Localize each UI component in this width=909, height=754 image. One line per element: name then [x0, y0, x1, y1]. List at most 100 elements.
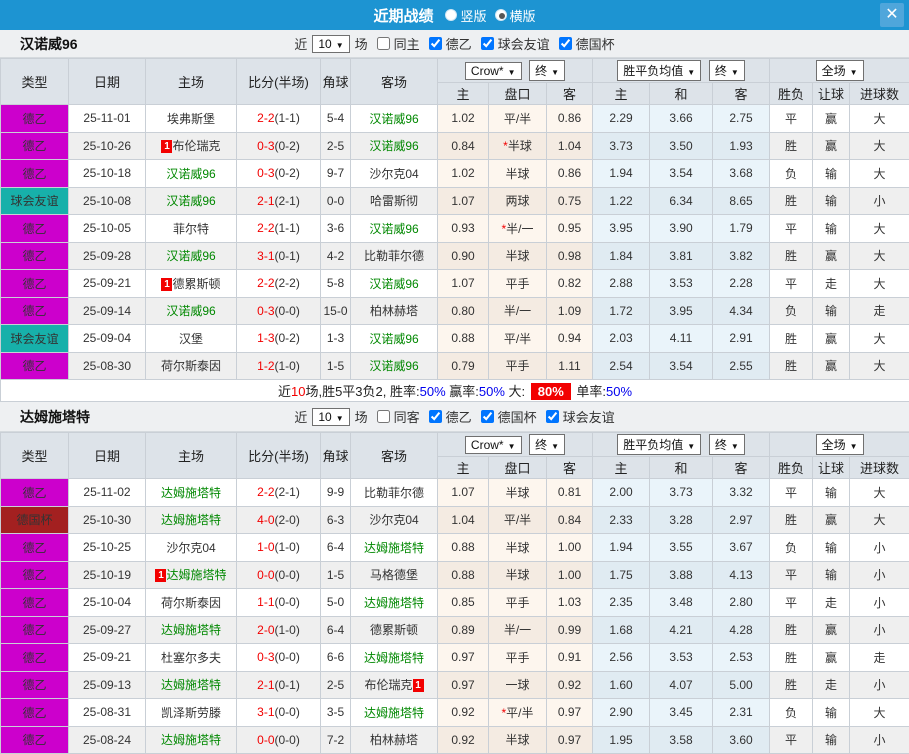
handicap-home-odds: 0.80: [438, 297, 489, 325]
final-avg-select[interactable]: 终▼: [709, 434, 745, 455]
avg-home-odds: 1.75: [593, 561, 650, 589]
fulltime-score: 3-1: [257, 249, 274, 263]
match-count-select[interactable]: 10▼: [312, 408, 349, 426]
result-handicap: 赢: [813, 105, 850, 133]
match-row: 德乙25-10-191达姆施塔特0-0(0-0)1-5马格德堡0.88半球1.0…: [1, 561, 909, 589]
league-label[interactable]: 球会友谊: [498, 34, 550, 53]
home-team-cell: 荷尔斯泰因: [146, 589, 237, 617]
home-team-name: 凯泽斯劳滕: [161, 706, 221, 720]
handicap-line: 半/一: [504, 304, 531, 318]
date-cell: 25-09-13: [69, 671, 146, 699]
subcol-handicap: 盘口: [489, 83, 547, 105]
date-cell: 25-10-08: [69, 187, 146, 215]
league-checkbox[interactable]: [481, 37, 494, 50]
summary-row: 近10场,胜5平3负2, 胜率:50% 赢率:50% 大: 80% 单率:50%: [1, 380, 909, 402]
result-wdl: 平: [770, 270, 813, 298]
handicap-line-cell: 平手: [489, 352, 547, 380]
match-count-select[interactable]: 10▼: [312, 35, 349, 53]
fulltime-score: 1-2: [257, 359, 274, 373]
final-odds-select[interactable]: 终▼: [529, 60, 565, 81]
avg-away-odds: 2.28: [713, 270, 770, 298]
handicap-away-odds: 0.99: [547, 616, 593, 644]
subcol-odds-away: 客: [547, 457, 593, 479]
league-label[interactable]: 德乙: [446, 407, 472, 426]
avg-away-odds: 2.31: [713, 699, 770, 727]
result-handicap: 赢: [813, 616, 850, 644]
fullmatch-select[interactable]: 全场▼: [816, 434, 864, 455]
league-checkbox[interactable]: [429, 410, 442, 423]
date-cell: 25-09-27: [69, 616, 146, 644]
league-checkbox[interactable]: [429, 37, 442, 50]
league-checkbox[interactable]: [559, 37, 572, 50]
date-cell: 25-10-26: [69, 132, 146, 160]
away-team-name: 沙尔克04: [369, 513, 418, 527]
final-odds-select[interactable]: 终▼: [529, 434, 565, 455]
same-venue-checkbox[interactable]: [377, 37, 390, 50]
home-team-name: 杜塞尔多夫: [161, 651, 221, 665]
date-cell: 25-10-25: [69, 534, 146, 562]
avg-draw-odds: 3.73: [650, 479, 713, 507]
score-cell: 2-2(1-1): [237, 215, 321, 243]
date-cell: 25-10-05: [69, 215, 146, 243]
same-venue-label[interactable]: 同客: [394, 407, 420, 426]
bookmaker-select[interactable]: Crow*▼: [465, 62, 522, 80]
date-cell: 25-10-04: [69, 589, 146, 617]
home-team-cell: 达姆施塔特: [146, 671, 237, 699]
score-cell: 0-0(0-0): [237, 561, 321, 589]
halftime-score: (2-1): [275, 194, 300, 208]
corners-cell: 15-0: [321, 297, 351, 325]
fulltime-score: 2-2: [257, 485, 274, 499]
handicap-line: 平手: [505, 277, 529, 291]
subcol-odds-home: 主: [438, 457, 489, 479]
subcol-wdl: 胜负: [770, 457, 813, 479]
league-checkbox[interactable]: [546, 410, 559, 423]
result-wdl: 平: [770, 479, 813, 507]
close-icon[interactable]: ✕: [880, 3, 904, 27]
away-team-name: 比勒菲尔德: [364, 486, 424, 500]
avg-draw-odds: 3.48: [650, 589, 713, 617]
match-row: 德乙25-09-211德累斯顿2-2(2-2)5-8汉诺威961.07平手0.8…: [1, 270, 909, 298]
home-team-cell: 汉诺威96: [146, 297, 237, 325]
avg-odds-select[interactable]: 胜平负均值▼: [617, 434, 701, 455]
avg-draw-odds: 3.50: [650, 132, 713, 160]
avg-home-odds: 1.95: [593, 726, 650, 754]
rank-badge: 1: [413, 679, 424, 692]
same-venue-label[interactable]: 同主: [394, 34, 420, 53]
league-label[interactable]: 德乙: [446, 34, 472, 53]
league-checkbox[interactable]: [481, 410, 494, 423]
home-team-name: 荷尔斯泰因: [161, 596, 221, 610]
subcol-odds-away: 客: [547, 83, 593, 105]
avg-odds-select[interactable]: 胜平负均值▼: [617, 60, 701, 81]
home-team-cell: 达姆施塔特: [146, 479, 237, 507]
league-label[interactable]: 德国杯: [498, 407, 537, 426]
handicap-line-cell: 平/半: [489, 506, 547, 534]
horizontal-layout-radio[interactable]: [495, 9, 507, 21]
halftime-score: (2-0): [275, 513, 300, 527]
away-team-name: 达姆施塔特: [364, 541, 424, 555]
league-label[interactable]: 球会友谊: [563, 407, 615, 426]
same-venue-checkbox[interactable]: [377, 410, 390, 423]
score-cell: 3-1(0-1): [237, 242, 321, 270]
halftime-score: (2-1): [275, 485, 300, 499]
away-team-name: 比勒菲尔德: [364, 249, 424, 263]
match-row: 德乙25-08-31凯泽斯劳滕3-1(0-0)3-5达姆施塔特0.92*平/半0…: [1, 699, 909, 727]
near-label: 近: [294, 34, 307, 53]
fullmatch-select[interactable]: 全场▼: [816, 60, 864, 81]
away-team-cell: 汉诺威96: [351, 215, 438, 243]
vertical-layout-label[interactable]: 竖版: [460, 6, 486, 25]
halftime-score: (0-0): [275, 595, 300, 609]
bookmaker-select[interactable]: Crow*▼: [465, 436, 522, 454]
vertical-layout-radio[interactable]: [445, 9, 457, 21]
away-team-cell: 沙尔克04: [351, 160, 438, 188]
summary-text: 近10场,胜5平3负2, 胜率:50% 赢率:50% 大: 80% 单率:50%: [1, 380, 909, 402]
final-avg-select[interactable]: 终▼: [709, 60, 745, 81]
avg-draw-odds: 4.21: [650, 616, 713, 644]
results-table: 类型 日期 主场 比分(半场) 角球 客场 Crow*▼ 终▼ 胜平负均值▼ 终…: [0, 432, 909, 754]
avg-away-odds: 3.60: [713, 726, 770, 754]
team-name: 达姆施塔特: [20, 407, 90, 427]
league-label[interactable]: 德国杯: [576, 34, 615, 53]
col-header-home: 主场: [146, 59, 237, 105]
horizontal-layout-label[interactable]: 横版: [510, 6, 536, 25]
score-cell: 2-1(2-1): [237, 187, 321, 215]
halftime-score: (1-0): [275, 540, 300, 554]
